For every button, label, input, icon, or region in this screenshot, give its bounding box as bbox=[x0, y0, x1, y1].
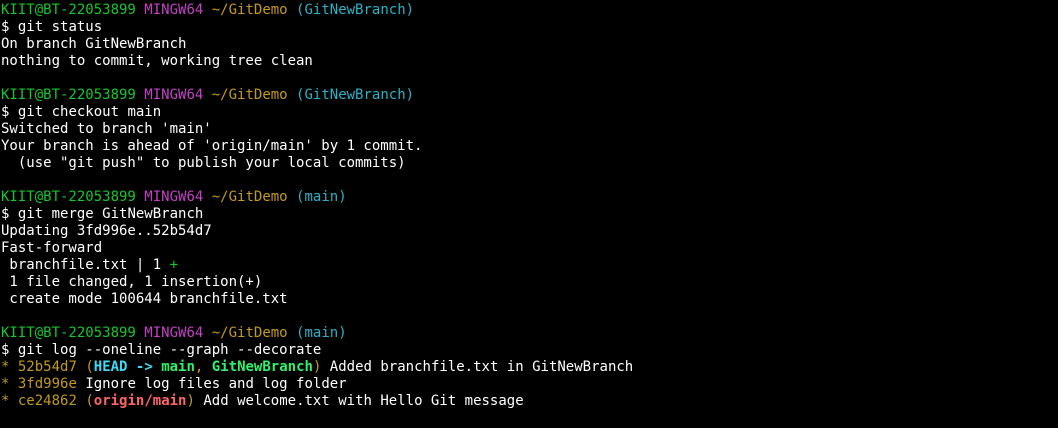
log-entry: * 3fd996e Ignore log files and log folde… bbox=[1, 376, 1058, 393]
command-line: $ git log --oneline --graph --decorate bbox=[1, 342, 1058, 359]
prompt-branch: (GitNewBranch) bbox=[296, 87, 415, 103]
commit-message: Added branchfile.txt in GitNewBranch bbox=[321, 359, 634, 375]
prompt-symbol: $ bbox=[1, 342, 10, 358]
command-line: $ git status bbox=[1, 19, 1058, 36]
head-arrow: -> bbox=[127, 359, 162, 375]
prompt-user-host: KIIT@BT-22053899 bbox=[1, 87, 136, 103]
command-text: git log --oneline --graph --decorate bbox=[17, 342, 322, 358]
output-line: Fast-forward bbox=[1, 240, 103, 256]
output-line: Your branch is ahead of 'origin/main' by… bbox=[1, 138, 423, 154]
prompt-symbol: $ bbox=[1, 104, 10, 120]
prompt-branch: (main) bbox=[296, 325, 347, 341]
diffstat-line: branchfile.txt | 1 + bbox=[1, 257, 1058, 274]
prompt-path: ~/GitDemo bbox=[211, 189, 288, 205]
log-entry: * ce24862 (origin/main) Add welcome.txt … bbox=[1, 393, 1058, 410]
output-line: On branch GitNewBranch bbox=[1, 36, 187, 52]
output-line: Updating 3fd996e..52b54d7 bbox=[1, 223, 212, 239]
prompt-path: ~/GitDemo bbox=[211, 325, 288, 341]
prompt-line: KIIT@BT-22053899 MINGW64 ~/GitDemo (GitN… bbox=[1, 87, 1058, 104]
prompt-path: ~/GitDemo bbox=[211, 2, 288, 18]
output-line: (use "git push" to publish your local co… bbox=[1, 155, 406, 171]
prompt-branch: (GitNewBranch) bbox=[296, 2, 415, 18]
command-text: git checkout main bbox=[17, 104, 162, 120]
prompt-line: KIIT@BT-22053899 MINGW64 ~/GitDemo (main… bbox=[1, 189, 1058, 206]
output-line: nothing to commit, working tree clean bbox=[1, 53, 313, 69]
decoration-open: ( bbox=[85, 393, 94, 409]
output-line: 1 file changed, 1 insertion(+) bbox=[1, 274, 263, 290]
prompt-line: KIIT@BT-22053899 MINGW64 ~/GitDemo (GitN… bbox=[1, 2, 1058, 19]
commit-hash: 3fd996e bbox=[17, 376, 77, 392]
prompt-system: MINGW64 bbox=[144, 2, 204, 18]
prompt-user-host: KIIT@BT-22053899 bbox=[1, 189, 136, 205]
prompt-user-host: KIIT@BT-22053899 bbox=[1, 325, 136, 341]
commit-hash: 52b54d7 bbox=[17, 359, 77, 375]
commit-message: Ignore log files and log folder bbox=[76, 376, 347, 392]
head-ref: HEAD bbox=[93, 359, 128, 375]
prompt-branch: (main) bbox=[296, 189, 347, 205]
decoration-close: ) bbox=[186, 393, 195, 409]
prompt-line: KIIT@BT-22053899 MINGW64 ~/GitDemo (main… bbox=[1, 325, 1058, 342]
log-entry: * 52b54d7 (HEAD -> main, GitNewBranch) A… bbox=[1, 359, 1058, 376]
command-text: git status bbox=[17, 19, 103, 35]
branch-ref-gitnewbranch: GitNewBranch bbox=[211, 359, 313, 375]
prompt-symbol: $ bbox=[1, 206, 10, 222]
prompt-system: MINGW64 bbox=[144, 87, 204, 103]
output-line: create mode 100644 branchfile.txt bbox=[1, 291, 288, 307]
prompt-system: MINGW64 bbox=[144, 189, 204, 205]
commit-message: Add welcome.txt with Hello Git message bbox=[194, 393, 524, 409]
command-line: $ git merge GitNewBranch bbox=[1, 206, 1058, 223]
graph-node: * bbox=[1, 376, 10, 392]
decoration-separator: , bbox=[194, 359, 212, 375]
graph-node: * bbox=[1, 359, 10, 375]
output-line: Switched to branch 'main' bbox=[1, 121, 212, 137]
diffstat-plus: + bbox=[169, 257, 179, 273]
commit-hash: ce24862 bbox=[17, 393, 77, 409]
command-text: git merge GitNewBranch bbox=[17, 206, 204, 222]
diffstat-file: branchfile.txt | 1 bbox=[1, 257, 170, 273]
command-line: $ git checkout main bbox=[1, 104, 1058, 121]
prompt-user-host: KIIT@BT-22053899 bbox=[1, 2, 136, 18]
prompt-symbol: $ bbox=[1, 19, 10, 35]
branch-ref-main: main bbox=[161, 359, 195, 375]
terminal-window[interactable]: KIIT@BT-22053899 MINGW64 ~/GitDemo (GitN… bbox=[0, 0, 1058, 428]
remote-ref-origin-main: origin/main bbox=[93, 393, 187, 409]
decoration-open: ( bbox=[85, 359, 94, 375]
prompt-system: MINGW64 bbox=[144, 325, 204, 341]
prompt-path: ~/GitDemo bbox=[211, 87, 288, 103]
graph-node: * bbox=[1, 393, 10, 409]
